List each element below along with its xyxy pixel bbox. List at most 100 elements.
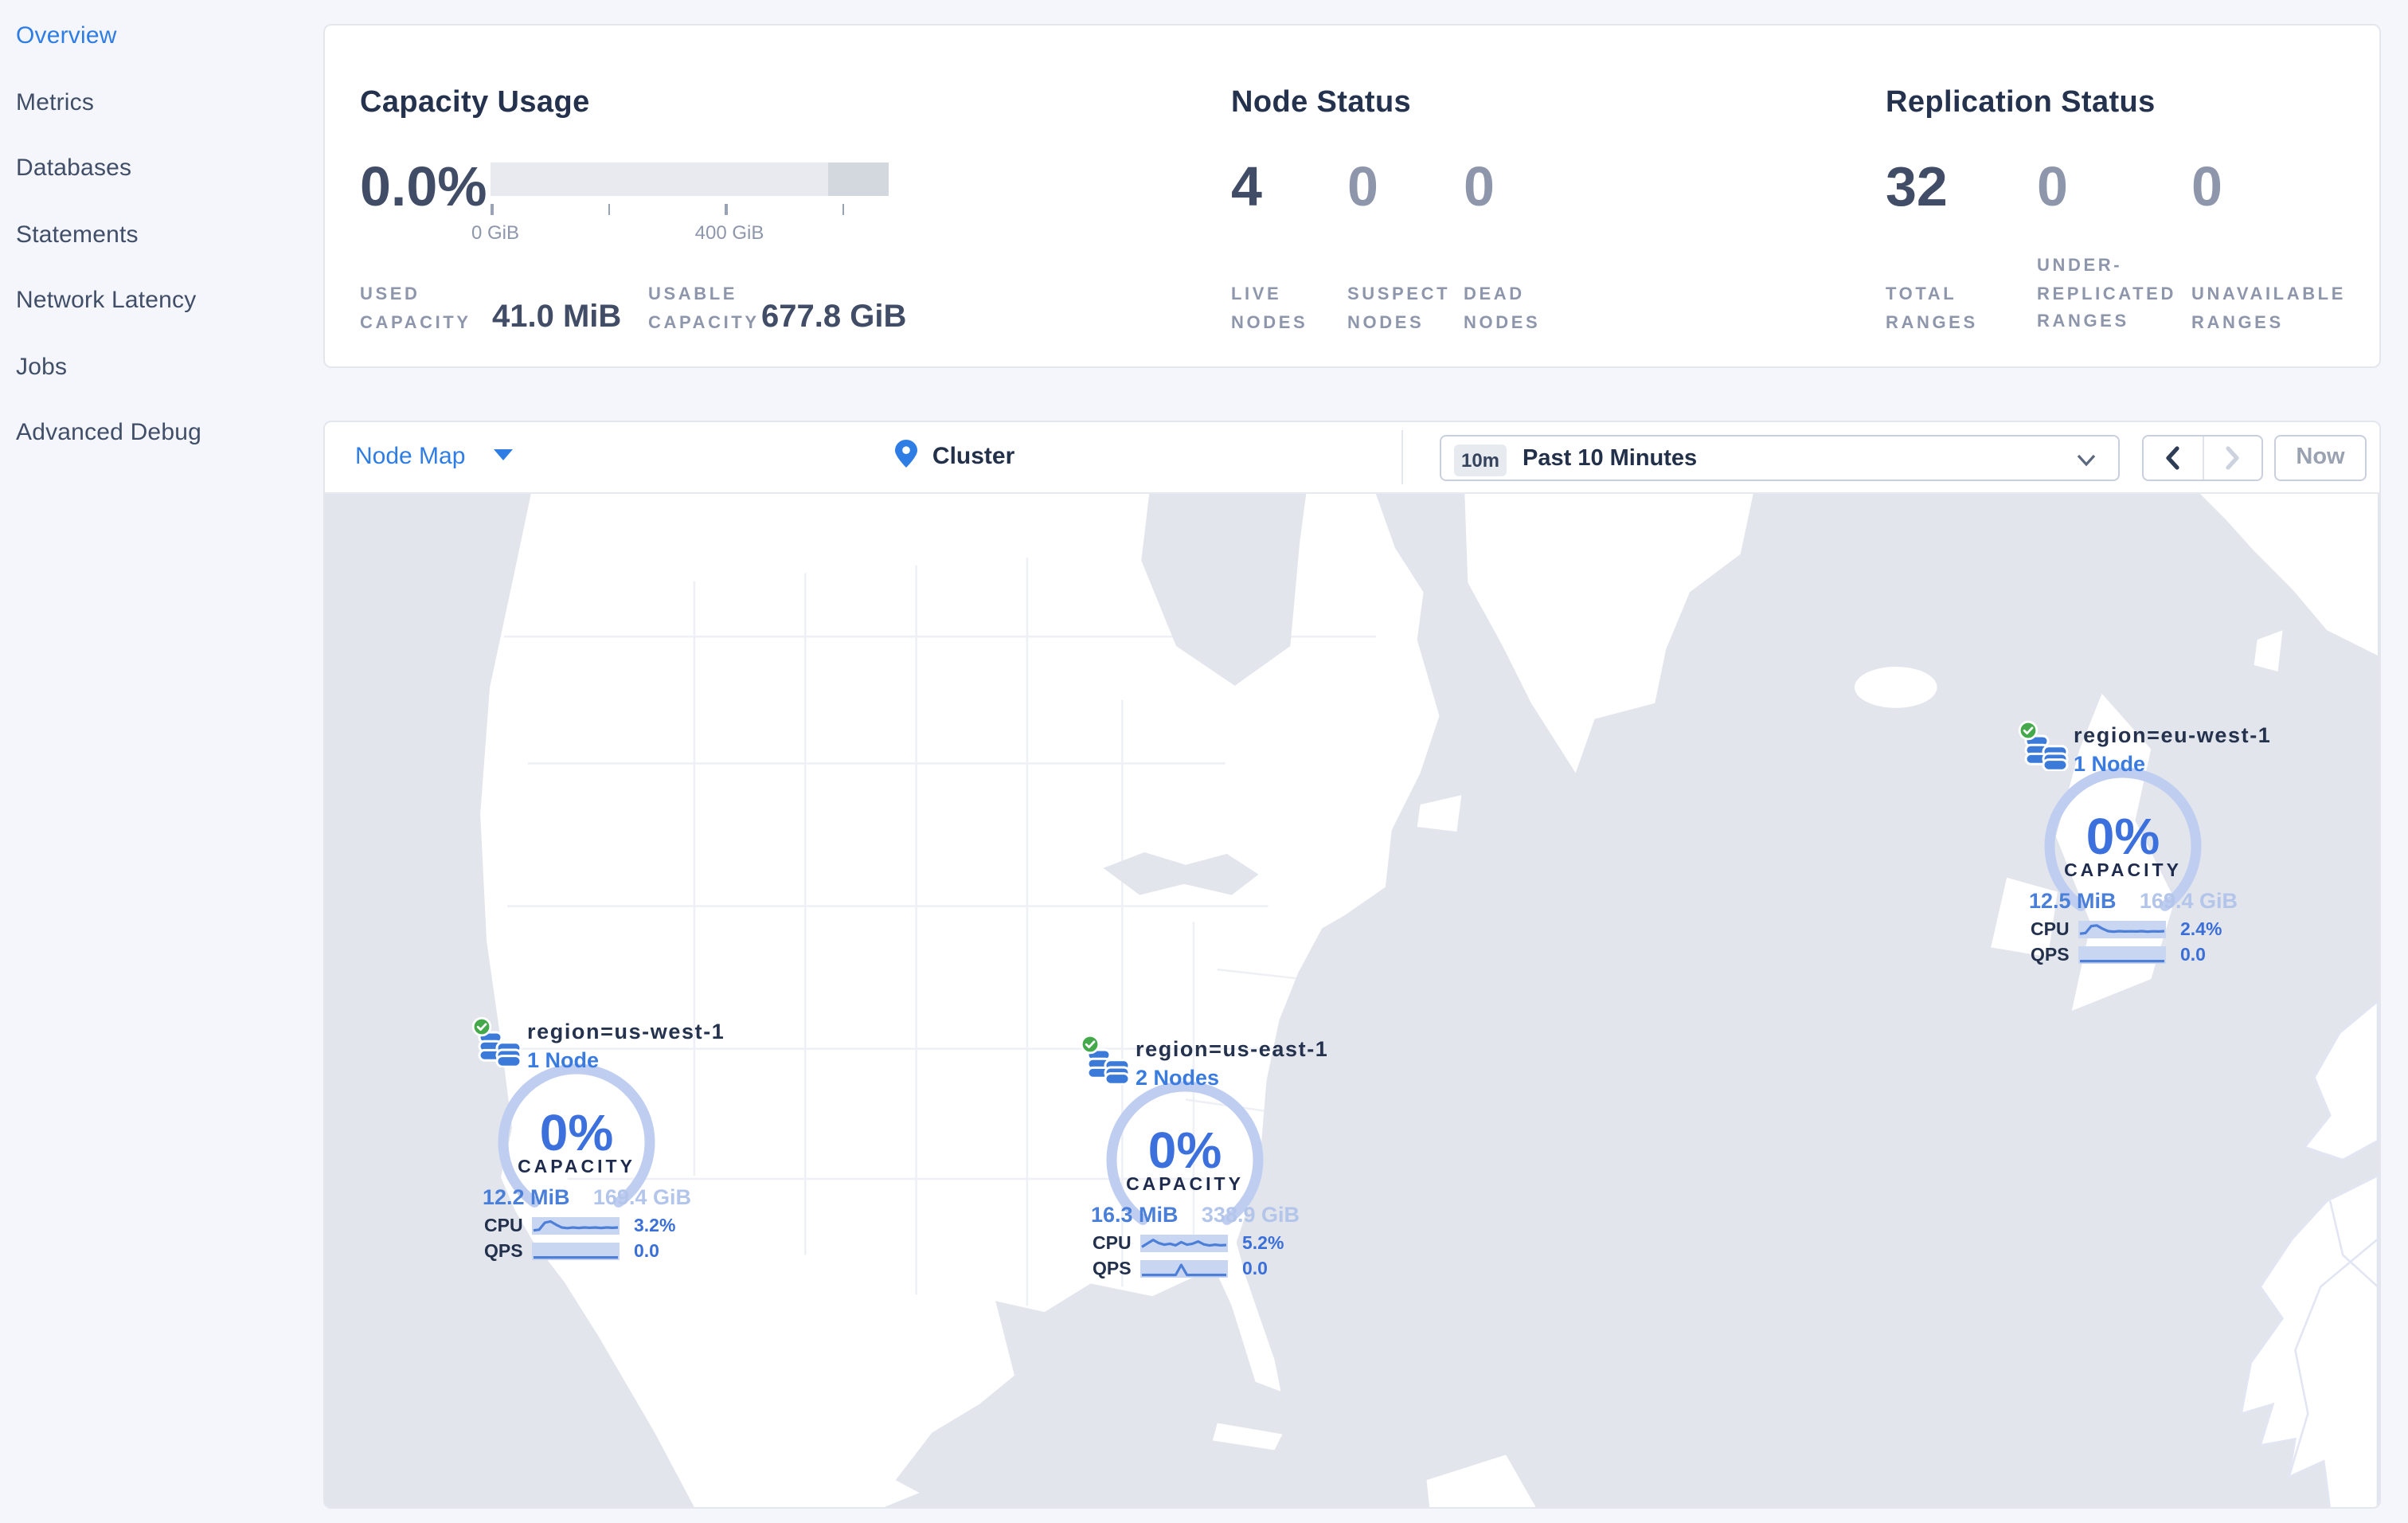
check-circle-icon (2018, 720, 2039, 741)
sidebar-item-overview[interactable]: Overview (16, 22, 323, 49)
qps-value: 0.0 (2180, 946, 2206, 965)
region-status-badge (1080, 1034, 1100, 1063)
cpu-metric-row: CPU 3.2% (484, 1216, 707, 1236)
dead-nodes-label: DEAD NODES (1464, 285, 1541, 332)
world-map-graphic (330, 494, 2379, 1507)
cpu-label: CPU (484, 1216, 523, 1235)
qps-value: 0.0 (1242, 1259, 1268, 1278)
view-selector-dropdown[interactable]: Node Map (355, 443, 514, 470)
chevron-down-icon (2077, 454, 2096, 467)
qps-value: 0.0 (634, 1242, 659, 1261)
live-nodes-label: LIVE NODES (1231, 285, 1308, 332)
view-selector-label: Node Map (355, 443, 466, 470)
qps-sparkline (532, 1243, 620, 1260)
sidebar: Overview Metrics Databases Statements Networ… (0, 0, 323, 1523)
sidebar-nav-list: Overview Metrics Databases Statements Networ… (0, 0, 323, 446)
time-range-value: Past 10 Minutes (1523, 446, 1698, 472)
breadcrumb[interactable]: Cluster (895, 440, 1014, 472)
node-map-panel: Node Map Cluster 10m Past 10 Minutes Now… (323, 421, 2381, 1509)
capacity-values: 16.3 MiB 338.9 GiB (1091, 1203, 1300, 1227)
node-count-link[interactable]: 1 Node (527, 1048, 599, 1072)
region-label: region=eu-west-1 (2074, 723, 2272, 747)
dead-nodes-count: 0 (1464, 156, 1495, 218)
check-circle-icon (471, 1016, 492, 1037)
cluster-summary-panel: Capacity Usage 0.0% 0 GiB 400 GiB USED CAP… (323, 24, 2381, 368)
suspect-nodes-label: SUSPECT NODES (1347, 285, 1451, 332)
capacity-total-value: 169.4 GiB (592, 1185, 691, 1209)
cpu-sparkline (532, 1217, 620, 1235)
time-range-select[interactable]: 10m Past 10 Minutes (1440, 435, 2120, 481)
total-ranges-label: TOTAL RANGES (1886, 285, 1978, 332)
breadcrumb-label: Cluster (932, 443, 1015, 470)
time-next-button[interactable] (2202, 437, 2261, 480)
region-label: region=us-east-1 (1136, 1037, 1329, 1061)
sidebar-item-network-latency[interactable]: Network Latency (16, 287, 323, 314)
qps-sparkline (1140, 1260, 1228, 1278)
under-replicated-ranges-count: 0 (2037, 156, 2068, 218)
cpu-value: 5.2% (1242, 1234, 1284, 1253)
time-pager (2142, 435, 2263, 481)
chevron-left-icon (2166, 446, 2180, 470)
usable-capacity-label: USABLE CAPACITY (648, 285, 760, 332)
region-status-badge (471, 1016, 492, 1045)
capacity-total-value: 169.4 GiB (2139, 889, 2238, 913)
capacity-reserved-segment (828, 162, 889, 196)
under-replicated-ranges-label: UNDER- REPLICATED RANGES (2037, 256, 2176, 331)
capacity-caption: CAPACITY (1126, 1176, 1244, 1195)
qps-label: QPS (1093, 1259, 1132, 1278)
capacity-values: 12.5 MiB 169.4 GiB (2029, 889, 2238, 913)
capacity-axis-tick (725, 204, 727, 215)
replication-status-title: Replication Status (1886, 86, 2156, 119)
node-map: region=us-west-1 1 Node 0% CAPACITY 12.2 MiB… (325, 494, 2379, 1507)
cpu-label: CPU (2031, 920, 2070, 939)
now-button[interactable]: Now (2274, 435, 2367, 481)
capacity-axis-tick (491, 204, 493, 215)
capacity-percent: 0% (539, 1104, 614, 1161)
time-range-badge: 10m (1454, 444, 1507, 476)
check-circle-icon (1080, 1034, 1100, 1055)
region-label: region=us-west-1 (527, 1020, 725, 1043)
suspect-nodes-count: 0 (1347, 156, 1378, 218)
map-toolbar: Node Map Cluster 10m Past 10 Minutes Now (325, 422, 2379, 494)
qps-metric-row: QPS 0.0 (1093, 1259, 1315, 1279)
cpu-value: 2.4% (2180, 920, 2222, 939)
sidebar-item-jobs[interactable]: Jobs (16, 353, 323, 380)
sidebar-item-advanced-debug[interactable]: Advanced Debug (16, 419, 323, 446)
cpu-label: CPU (1093, 1234, 1132, 1253)
qps-label: QPS (2031, 946, 2070, 965)
node-count-link[interactable]: 1 Node (2074, 752, 2145, 776)
caret-down-icon (494, 449, 514, 460)
node-count-link[interactable]: 2 Nodes (1136, 1066, 1219, 1090)
cpu-value: 3.2% (634, 1216, 676, 1235)
capacity-total-value: 338.9 GiB (1201, 1203, 1300, 1227)
qps-metric-row: QPS 0.0 (2031, 945, 2254, 965)
time-prev-button[interactable] (2144, 437, 2202, 480)
usable-capacity-value: 677.8 GiB (761, 300, 907, 335)
used-capacity-label: USED CAPACITY (360, 285, 471, 332)
map-pin-icon (895, 440, 917, 468)
sidebar-item-statements[interactable]: Statements (16, 221, 323, 248)
cpu-sparkline (1140, 1235, 1228, 1252)
cpu-metric-row: CPU 2.4% (2031, 919, 2254, 940)
capacity-percent: 0% (1147, 1122, 1222, 1179)
qps-metric-row: QPS 0.0 (484, 1241, 707, 1262)
sidebar-item-databases[interactable]: Databases (16, 155, 323, 182)
unavailable-ranges-label: UNAVAILABLE RANGES (2191, 285, 2346, 332)
unavailable-ranges-count: 0 (2191, 156, 2222, 218)
capacity-usage-title: Capacity Usage (360, 86, 590, 119)
node-status-title: Node Status (1231, 86, 1412, 119)
capacity-axis-tick-label: 0 GiB (471, 221, 520, 244)
region-status-badge (2018, 720, 2039, 749)
capacity-used-value: 16.3 MiB (1091, 1203, 1179, 1227)
qps-label: QPS (484, 1242, 523, 1261)
capacity-used-value: 12.5 MiB (2029, 889, 2117, 913)
capacity-usage-percent: 0.0% (360, 156, 487, 218)
sidebar-item-metrics[interactable]: Metrics (16, 88, 323, 115)
chevron-right-icon (2225, 446, 2239, 470)
capacity-percent: 0% (2086, 808, 2160, 865)
qps-sparkline (2078, 946, 2166, 964)
capacity-caption: CAPACITY (2064, 862, 2182, 881)
total-ranges-count: 32 (1886, 156, 1948, 218)
capacity-axis-tick-label: 400 GiB (694, 221, 764, 244)
capacity-values: 12.2 MiB 169.4 GiB (483, 1185, 691, 1209)
